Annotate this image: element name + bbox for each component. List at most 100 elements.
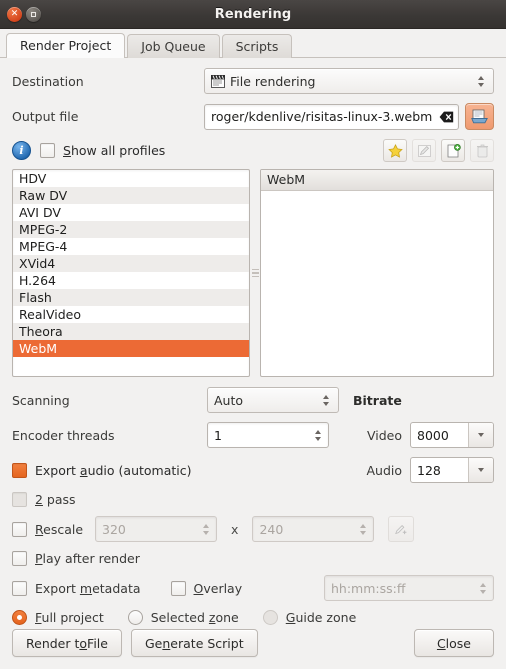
metadata-overlay-row: Export metadata Overlay hh:mm:ss:ff: [12, 575, 494, 601]
output-file-value: roger/kdenlive/risitas-linux-3.webm: [211, 109, 433, 124]
two-pass-row: 2 pass: [12, 492, 494, 507]
output-file-row: Output file roger/kdenlive/risitas-linux…: [12, 103, 494, 130]
selected-zone-radio[interactable]: [127, 610, 143, 625]
new-profile-icon[interactable]: [441, 139, 465, 162]
list-item[interactable]: Theora: [13, 323, 249, 340]
rescale-separator: x: [231, 521, 239, 537]
list-item[interactable]: MPEG-2: [13, 221, 249, 238]
video-bitrate-label: Video: [366, 427, 402, 443]
tab-job-queue[interactable]: Job Queue: [127, 34, 220, 58]
two-pass-checkbox: [12, 492, 27, 507]
title-bar: ✕ Rendering: [0, 0, 506, 29]
info-icon[interactable]: i: [12, 141, 31, 160]
scanning-label: Scanning: [12, 392, 70, 408]
scanning-row: Scanning Auto Bitrate: [12, 387, 494, 413]
full-project-radio[interactable]: [12, 610, 27, 625]
overlay-label: Overlay: [193, 580, 243, 596]
splitter-handle-icon: [251, 268, 259, 278]
maximize-icon[interactable]: [26, 6, 41, 22]
overlay-checkbox[interactable]: [170, 580, 186, 596]
window-controls: ✕: [0, 6, 41, 22]
export-audio-row: Export audio (automatic) Audio 128: [12, 457, 494, 483]
edit-pencil-icon: [412, 139, 436, 162]
spin-up-icon[interactable]: [315, 429, 321, 434]
scanning-value: Auto: [214, 392, 244, 408]
overlay-timecode-input: hh:mm:ss:ff: [324, 575, 494, 601]
list-item[interactable]: Flash: [13, 289, 249, 306]
destination-arrows[interactable]: [474, 75, 491, 87]
rescale-label: Rescale: [35, 521, 84, 537]
list-item-selected[interactable]: WebM: [13, 340, 249, 357]
rescale-width-value: 320: [102, 521, 126, 537]
overlay-timecode-placeholder: hh:mm:ss:ff: [331, 580, 406, 596]
show-all-profiles-checkbox[interactable]: [40, 143, 55, 158]
profile-tool-buttons: [383, 139, 494, 162]
encoder-threads-spinbox[interactable]: 1: [207, 422, 329, 448]
list-item[interactable]: HDV: [13, 170, 249, 187]
play-after-render-checkbox[interactable]: [12, 551, 27, 566]
profiles-area: HDV Raw DV AVI DV MPEG-2 MPEG-4 XVid4 H.…: [12, 169, 494, 377]
export-metadata-label: Export metadata: [35, 580, 141, 596]
open-folder-icon[interactable]: [465, 103, 494, 130]
destination-combo[interactable]: File rendering: [204, 68, 494, 94]
output-file-input[interactable]: roger/kdenlive/risitas-linux-3.webm: [204, 103, 459, 130]
audio-bitrate-combo[interactable]: 128: [410, 457, 494, 483]
selected-zone-label: Selected zone: [150, 610, 239, 625]
list-item[interactable]: MPEG-4: [13, 238, 249, 255]
list-item[interactable]: H.264: [13, 272, 249, 289]
rescale-checkbox[interactable]: [12, 521, 27, 537]
spin-down-icon[interactable]: [315, 436, 321, 441]
render-to-file-button[interactable]: Render to File: [12, 629, 122, 657]
guide-zone-label: Guide zone: [285, 610, 357, 625]
chevron-down-icon[interactable]: [468, 423, 493, 447]
rescale-height-value: 240: [259, 521, 284, 537]
favorite-star-icon[interactable]: [383, 139, 407, 162]
destination-row: Destination File rendering: [12, 68, 494, 94]
list-item[interactable]: Raw DV: [13, 187, 249, 204]
bitrate-heading: Bitrate: [353, 392, 402, 408]
list-item[interactable]: AVI DV: [13, 204, 249, 221]
encoder-threads-value: 1: [214, 427, 222, 443]
rescale-width-spinbox: 320: [95, 516, 218, 542]
encoder-threads-row: Encoder threads 1 Video 8000: [12, 422, 494, 448]
show-all-profiles-label: Show all profiles: [63, 143, 166, 158]
encoder-threads-label: Encoder threads: [12, 427, 115, 443]
dialog-button-bar: Render to File Ge n erate Script Close: [0, 629, 506, 669]
generate-script-button[interactable]: Ge n erate Script: [130, 629, 258, 657]
chevron-up-icon: [323, 394, 329, 399]
list-item[interactable]: RealVideo: [13, 306, 249, 323]
export-metadata-checkbox[interactable]: [12, 580, 27, 596]
profile-list[interactable]: HDV Raw DV AVI DV MPEG-2 MPEG-4 XVid4 H.…: [12, 169, 250, 377]
audio-bitrate-value: 128: [417, 462, 441, 478]
play-after-render-label: Play after render: [35, 551, 140, 566]
rescale-edit-icon: [388, 516, 415, 542]
destination-label: Destination: [12, 73, 84, 89]
play-after-render-row: Play after render: [12, 551, 494, 566]
panel-splitter[interactable]: [250, 169, 260, 377]
chevron-up-icon: [478, 75, 484, 80]
rescale-row: Rescale 320 x 240: [12, 516, 494, 542]
rescale-height-spinbox: 240: [252, 516, 375, 542]
profile-details-panel: WebM: [260, 169, 494, 377]
full-project-label: Full project: [35, 610, 104, 625]
window-title: Rendering: [214, 6, 292, 22]
guide-zone-radio: [262, 610, 278, 625]
profile-details-header: WebM: [261, 170, 493, 191]
scanning-arrows[interactable]: [319, 394, 336, 406]
profiles-toolbar-row: i Show all profiles: [12, 139, 494, 162]
tab-render-project[interactable]: Render Project: [6, 33, 126, 58]
list-item[interactable]: XVid4: [13, 255, 249, 272]
tab-scripts[interactable]: Scripts: [221, 34, 293, 58]
export-audio-label: Export audio (automatic): [35, 462, 192, 478]
close-button[interactable]: Close: [413, 629, 494, 657]
clear-text-icon[interactable]: [439, 110, 454, 123]
film-clapper-icon: [211, 74, 225, 88]
close-icon[interactable]: ✕: [7, 6, 22, 22]
chevron-down-icon[interactable]: [468, 458, 493, 482]
export-audio-checkbox[interactable]: [12, 462, 27, 478]
zone-radio-row: Full project Selected zone Guide zone: [12, 610, 494, 625]
video-bitrate-value: 8000: [417, 427, 449, 443]
video-bitrate-combo[interactable]: 8000: [410, 422, 494, 448]
two-pass-label: 2 pass: [35, 492, 76, 507]
scanning-combo[interactable]: Auto: [207, 387, 339, 413]
